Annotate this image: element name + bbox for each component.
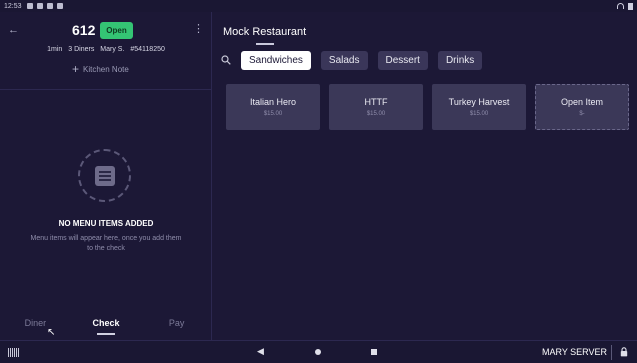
wifi-icon bbox=[617, 3, 624, 9]
menu-items: Italian Hero $15.00 HTTF $15.00 Turkey H… bbox=[226, 84, 629, 130]
menu-item-name: HTTF bbox=[364, 97, 388, 107]
check-tabs: Diner Check Pay bbox=[0, 318, 212, 338]
notification-icon bbox=[36, 3, 43, 9]
empty-state-title: NO MENU ITEMS ADDED bbox=[58, 219, 154, 228]
check-id: #54118250 bbox=[130, 46, 165, 53]
kitchen-note-button[interactable]: + Kitchen Note bbox=[72, 62, 129, 76]
nav-back-icon[interactable]: ◀ bbox=[257, 346, 264, 357]
empty-menu-icon bbox=[78, 149, 131, 202]
tab-diner[interactable]: Diner bbox=[0, 318, 71, 338]
notification-icon bbox=[26, 3, 33, 9]
status-time: 12:53 bbox=[4, 2, 22, 10]
plus-icon: + bbox=[72, 62, 80, 76]
search-icon[interactable] bbox=[221, 55, 231, 65]
check-meta: 1min 3 Diners Mary S. #54118250 bbox=[0, 46, 212, 53]
lock-icon[interactable] bbox=[620, 347, 628, 357]
check-panel: ← 612 Open ⋮ 1min 3 Diners Mary S. #5411… bbox=[0, 12, 212, 340]
nav-home-icon[interactable] bbox=[315, 349, 321, 355]
mouse-cursor-icon: ↖ bbox=[47, 327, 56, 338]
menu-panel: Mock Restaurant Sandwiches Salads Desser… bbox=[213, 12, 637, 340]
divider bbox=[0, 89, 211, 90]
logged-in-user[interactable]: MARY SERVER bbox=[542, 347, 607, 357]
menu-item-httf[interactable]: HTTF $15.00 bbox=[329, 84, 423, 130]
notification-icon bbox=[46, 3, 53, 9]
menu-item-price: $15.00 bbox=[469, 111, 489, 117]
status-bar: 12:53 bbox=[0, 0, 637, 12]
receipt-icon bbox=[94, 165, 115, 186]
tab-pay[interactable]: Pay bbox=[141, 318, 212, 338]
elapsed-time: 1min bbox=[47, 46, 63, 53]
menu-item-price: $- bbox=[579, 111, 585, 117]
back-arrow-icon[interactable]: ← bbox=[8, 24, 19, 36]
tab-check[interactable]: Check bbox=[71, 318, 142, 338]
diner-count: 3 Diners bbox=[68, 46, 95, 53]
menu-item-italian-hero[interactable]: Italian Hero $15.00 bbox=[226, 84, 320, 130]
menu-item-turkey-harvest[interactable]: Turkey Harvest $15.00 bbox=[432, 84, 526, 130]
menu-item-open-item[interactable]: Open Item $- bbox=[535, 84, 629, 130]
category-sandwiches[interactable]: Sandwiches bbox=[241, 51, 311, 70]
notification-icon bbox=[56, 3, 63, 9]
divider bbox=[611, 345, 612, 360]
restaurant-name: Mock Restaurant bbox=[223, 26, 307, 38]
menu-item-price: $15.00 bbox=[263, 111, 283, 117]
menu-item-price: $15.00 bbox=[366, 111, 386, 117]
notification-icons bbox=[26, 3, 63, 9]
barcode-icon[interactable] bbox=[8, 348, 20, 357]
category-tabs: Sandwiches Salads Dessert Drinks bbox=[241, 51, 483, 70]
menu-item-name: Open Item bbox=[560, 97, 604, 107]
restaurant-underline bbox=[256, 43, 274, 45]
category-dessert[interactable]: Dessert bbox=[377, 51, 428, 70]
category-drinks[interactable]: Drinks bbox=[437, 51, 483, 70]
navigation-bar: ◀ MARY SERVER bbox=[0, 340, 637, 363]
menu-item-name: Italian Hero bbox=[249, 97, 297, 107]
empty-state-subtitle: Menu items will appear here, once you ad… bbox=[30, 235, 182, 252]
nav-recent-apps-icon[interactable] bbox=[371, 349, 377, 355]
menu-item-name: Turkey Harvest bbox=[448, 97, 510, 107]
server-name: Mary S. bbox=[100, 46, 125, 53]
category-salads[interactable]: Salads bbox=[320, 51, 368, 70]
kitchen-note-label: Kitchen Note bbox=[83, 64, 129, 74]
battery-icon bbox=[628, 2, 633, 10]
status-badge: Open bbox=[100, 22, 133, 39]
table-number: 612 bbox=[72, 22, 96, 38]
more-options-icon[interactable]: ⋮ bbox=[193, 22, 204, 36]
